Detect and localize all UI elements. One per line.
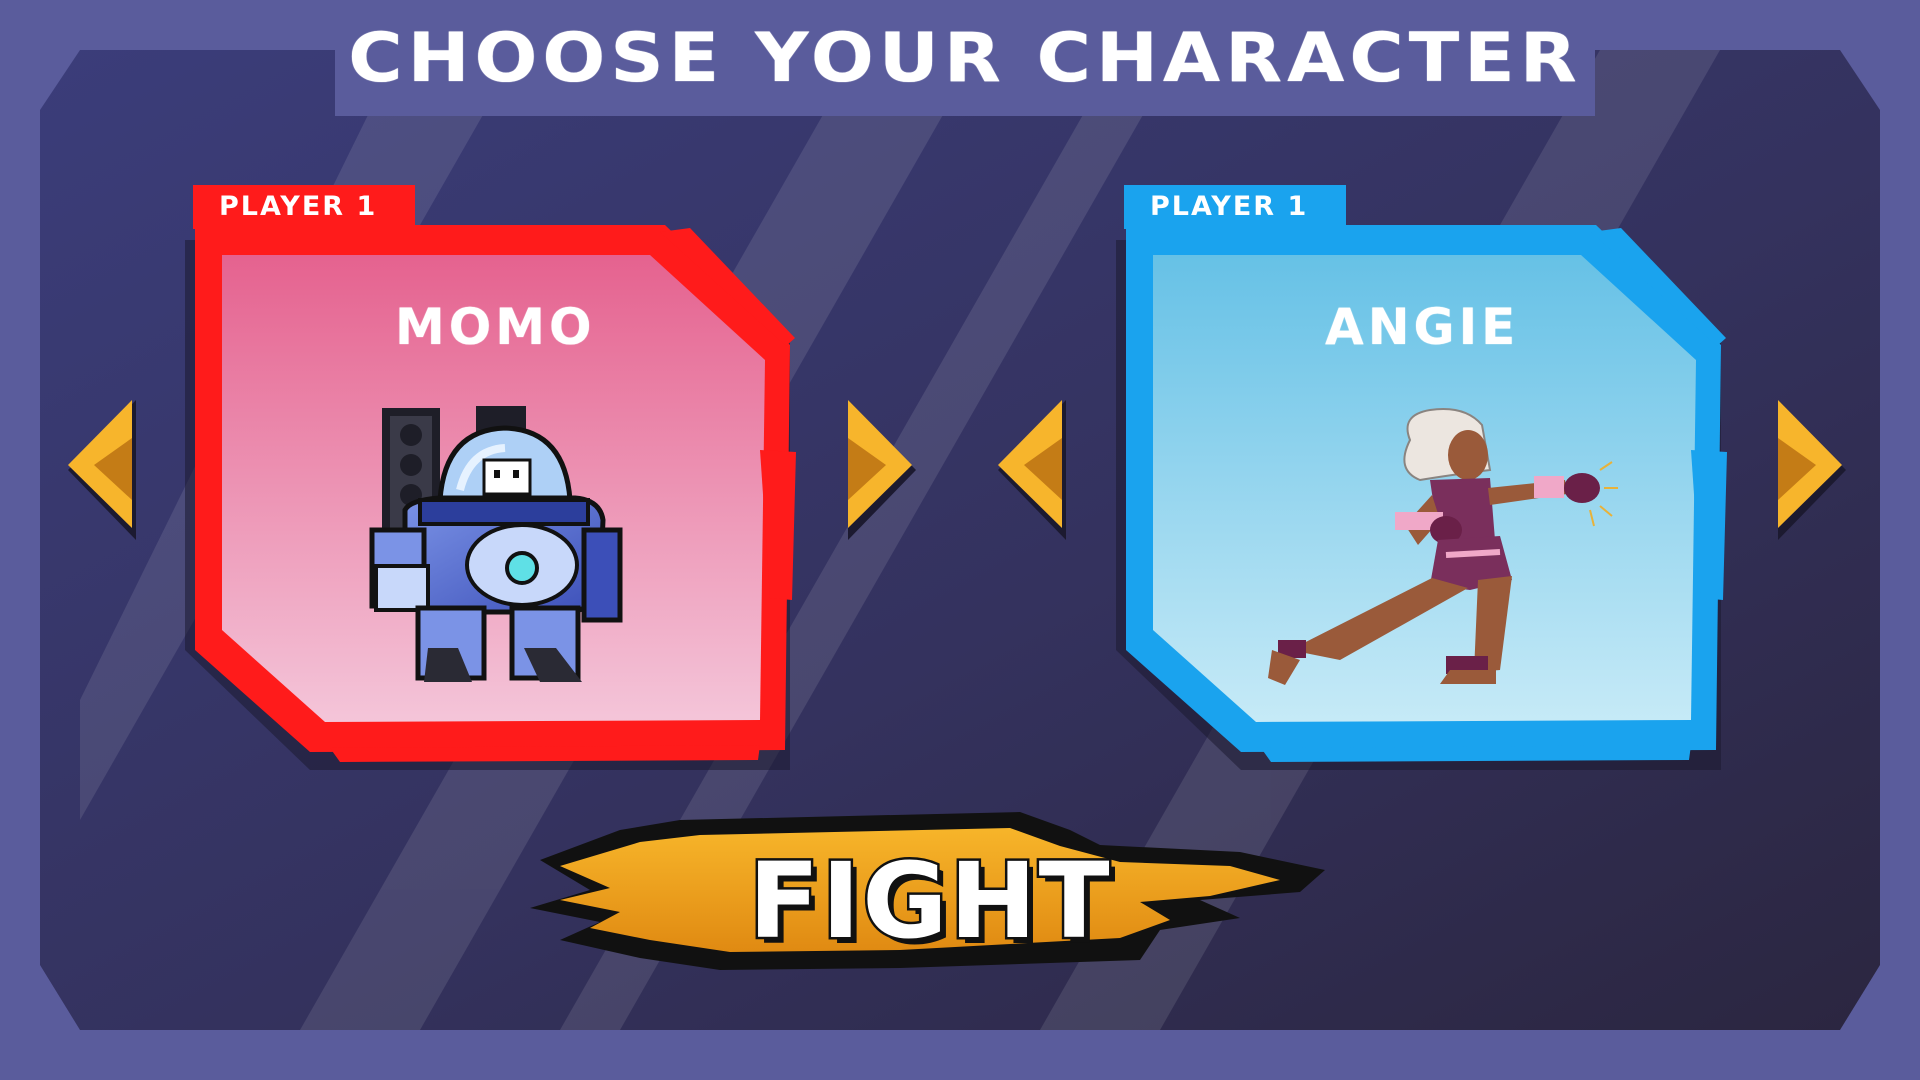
player-tag-right: PLAYER 1 [1124,185,1331,227]
player-tag-left: PLAYER 1 [193,185,400,227]
page-title: CHOOSE YOUR CHARACTER [348,18,1582,98]
fight-button[interactable]: FIGHT [720,838,1140,965]
character-name-right: ANGIE [1325,298,1520,356]
character-name-left: MOMO [395,298,596,356]
title-banner: CHOOSE YOUR CHARACTER [335,0,1595,116]
